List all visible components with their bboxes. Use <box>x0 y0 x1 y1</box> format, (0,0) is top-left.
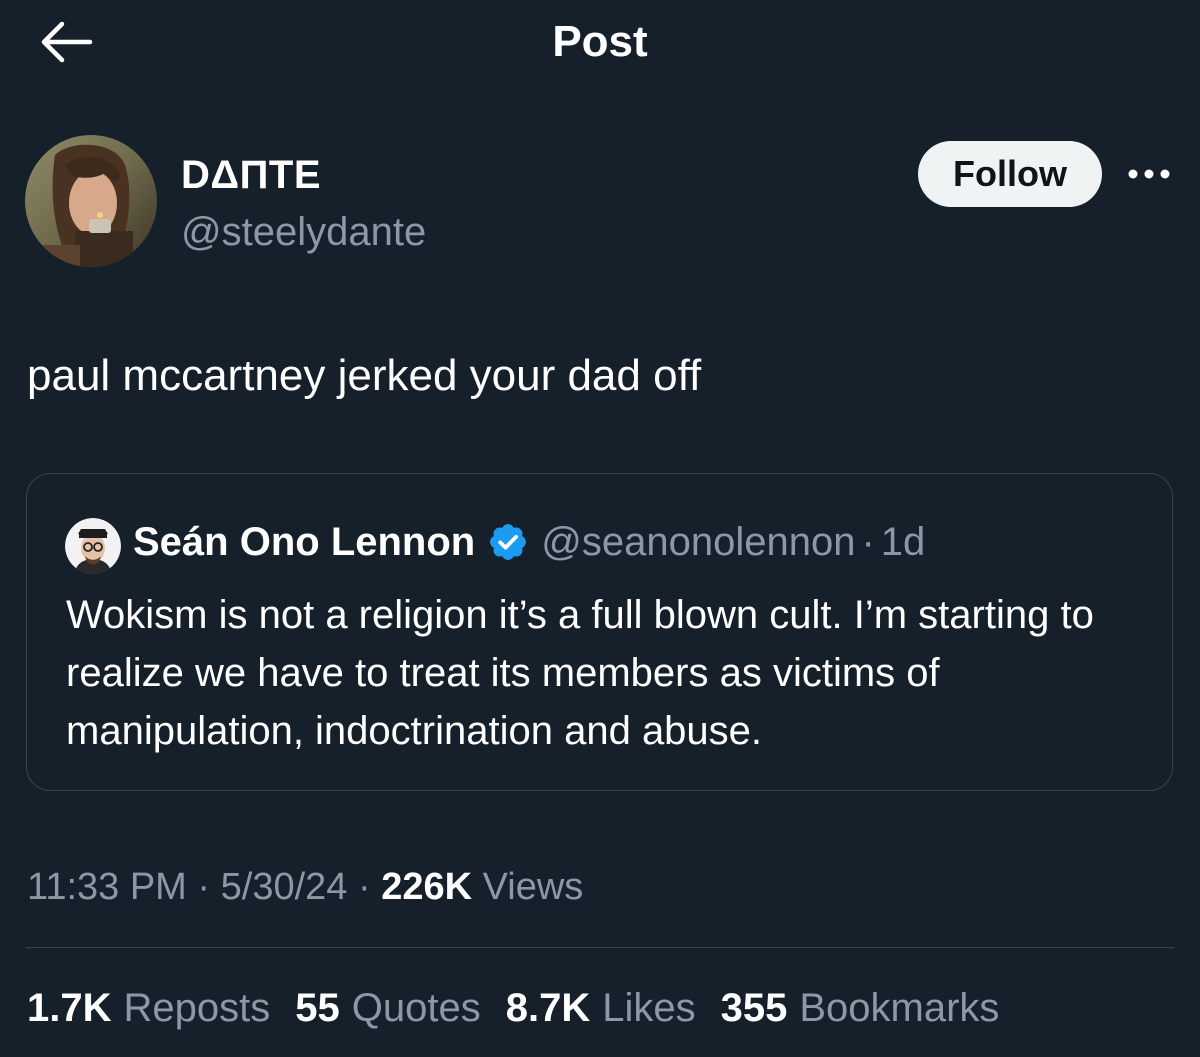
quoted-post-card[interactable]: Seán Ono Lennon @seanonolennon · 1d Woki… <box>26 473 1173 791</box>
quoted-author-avatar[interactable] <box>65 518 121 574</box>
quotes-count: 55 <box>295 986 340 1030</box>
post-page: Post DΔПTE @steelydante Follow paul mcca… <box>0 0 1200 1057</box>
follow-button[interactable]: Follow <box>918 141 1102 207</box>
verified-badge-icon <box>490 524 527 560</box>
author-handle[interactable]: @steelydante <box>181 207 426 257</box>
bookmarks-label: Bookmarks <box>799 986 1000 1030</box>
more-options-button[interactable] <box>1126 154 1172 194</box>
quoted-author-handle[interactable]: @seanonolennon <box>541 520 855 565</box>
quoted-post-time[interactable]: 1d <box>881 520 926 565</box>
bookmarks-stat[interactable]: 355 Bookmarks <box>721 980 1000 1036</box>
quoted-post-text: Wokism is not a religion it’s a full blo… <box>66 593 1094 753</box>
quoted-author-name[interactable]: Seán Ono Lennon <box>133 520 475 565</box>
meta-separator-2: · <box>357 866 371 908</box>
post-text: paul mccartney jerked your dad off <box>27 351 702 400</box>
likes-stat[interactable]: 8.7K Likes <box>506 980 696 1036</box>
divider <box>26 947 1174 948</box>
likes-count: 8.7K <box>505 986 591 1030</box>
engagement-stats: 1.7K Reposts 55 Quotes 8.7K Likes 355 Bookma… <box>27 980 1024 1036</box>
back-button[interactable] <box>34 14 98 70</box>
reposts-count: 1.7K <box>27 986 112 1030</box>
author-avatar[interactable] <box>25 135 157 267</box>
quotes-label: Quotes <box>351 986 481 1030</box>
post-time[interactable]: 11:33 PM <box>27 866 187 908</box>
post-date[interactable]: 5/30/24 <box>221 866 348 908</box>
arrow-left-icon <box>41 21 93 63</box>
quoted-post-header: Seán Ono Lennon @seanonolennon · 1d <box>133 514 925 570</box>
views-count[interactable]: 226K <box>381 866 472 908</box>
views-label[interactable]: Views <box>483 866 584 908</box>
bookmarks-count: 355 <box>720 986 788 1030</box>
author-display-name[interactable]: DΔПTE <box>181 150 321 200</box>
more-horizontal-icon <box>1128 169 1170 179</box>
reposts-label: Reposts <box>123 986 271 1030</box>
quoted-separator: · <box>861 519 875 564</box>
likes-label: Likes <box>602 986 696 1030</box>
meta-separator: · <box>197 866 211 908</box>
page-title: Post <box>552 17 648 66</box>
post-meta: 11:33 PM · 5/30/24 · 226K Views <box>27 860 583 914</box>
quotes-stat[interactable]: 55 Quotes <box>295 980 480 1036</box>
quoted-avatar-image <box>65 518 121 574</box>
reposts-stat[interactable]: 1.7K Reposts <box>27 980 270 1036</box>
avatar-image <box>25 135 157 267</box>
